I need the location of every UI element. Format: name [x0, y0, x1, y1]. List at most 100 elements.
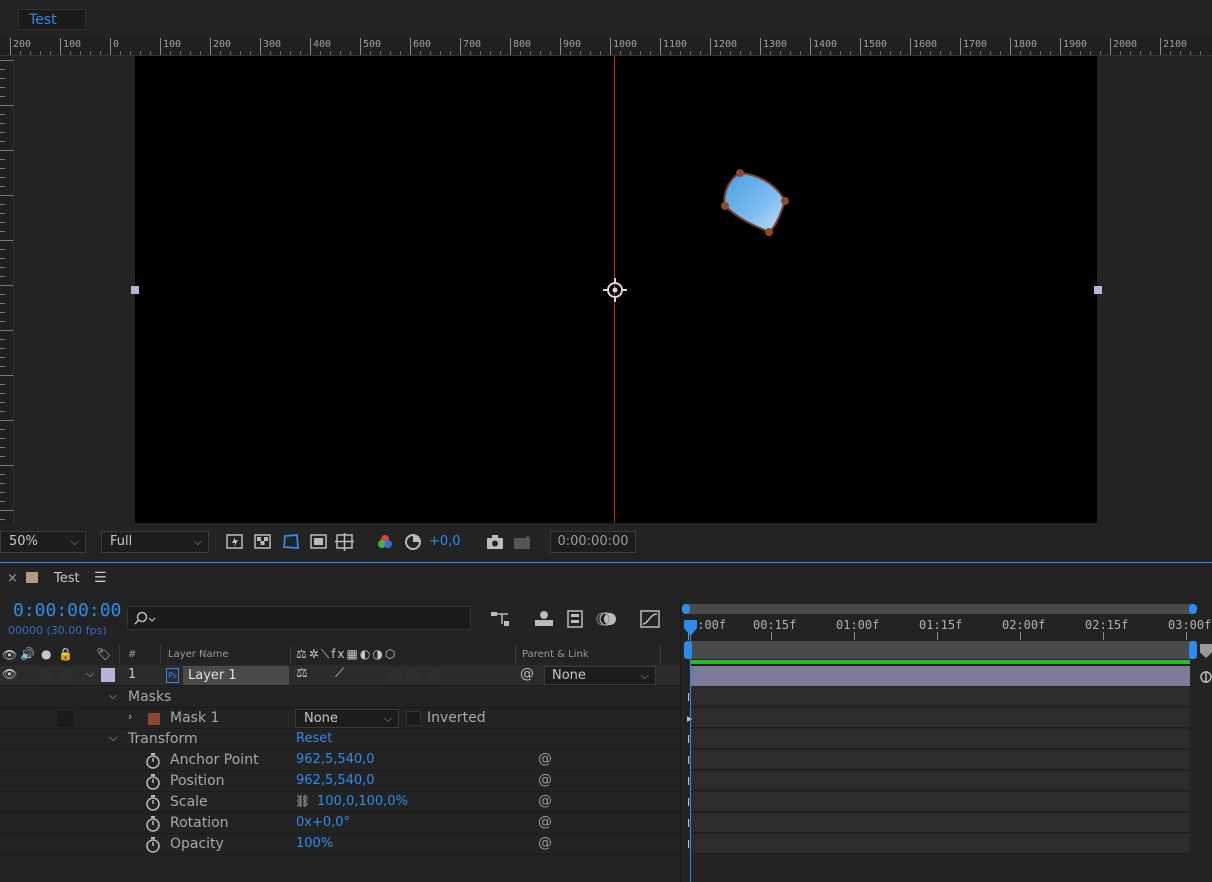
property-row-scale[interactable]: Scale ⛓ 100,0,100,0% @: [0, 792, 680, 813]
solo-icon[interactable]: ●: [41, 647, 51, 661]
mask-name[interactable]: Mask 1: [170, 710, 219, 726]
parent-dropdown[interactable]: None ⌵: [544, 666, 656, 685]
layer-out-point-icon[interactable]: [1198, 667, 1212, 687]
pick-whip-icon[interactable]: @: [538, 814, 552, 830]
property-row-opacity[interactable]: Opacity 100% @: [0, 834, 680, 855]
transparency-grid-icon[interactable]: [253, 532, 273, 552]
exposure-reset-icon[interactable]: [403, 532, 423, 552]
eye-icon[interactable]: 👁: [2, 667, 17, 681]
graph-row: [690, 813, 1190, 833]
stopwatch-icon[interactable]: [145, 753, 161, 769]
stopwatch-icon[interactable]: [145, 837, 161, 853]
property-value[interactable]: 0x+0,0°: [296, 815, 350, 830]
mask-mode-dropdown[interactable]: None ⌵: [295, 709, 399, 728]
column-layer-name[interactable]: Layer Name: [168, 649, 229, 660]
exposure-value[interactable]: +0,0: [429, 534, 461, 549]
layer-duration-bar[interactable]: [690, 666, 1190, 686]
constrain-proportions-icon[interactable]: ⛓: [295, 794, 310, 808]
layer-search-input[interactable]: [127, 606, 471, 630]
layer-name[interactable]: Layer 1: [183, 666, 289, 685]
property-value[interactable]: 962,5,540,0: [296, 752, 375, 767]
work-area-bar[interactable]: [686, 604, 1194, 614]
transform-reset-button[interactable]: Reset: [296, 731, 332, 746]
viewer-timecode[interactable]: 0:00:00:00: [550, 531, 636, 553]
fast-preview-icon[interactable]: [225, 532, 245, 552]
current-time-indicator-line[interactable]: [690, 620, 691, 882]
mask-color-swatch[interactable]: [148, 713, 160, 725]
current-time-display[interactable]: 0:00:00:00: [13, 600, 121, 621]
layer-label-color[interactable]: [101, 668, 115, 682]
masks-group-row[interactable]: ⌵ Masks: [0, 687, 680, 708]
quality-switch[interactable]: ⟋: [335, 666, 344, 681]
inverted-checkbox[interactable]: [406, 711, 421, 726]
composition-tab[interactable]: Test: [18, 9, 86, 30]
timeline-tab-title[interactable]: Test: [54, 571, 80, 586]
motion-blur-icon[interactable]: [596, 608, 620, 630]
graph-editor-icon[interactable]: [638, 608, 662, 630]
composition-canvas[interactable]: [135, 56, 1097, 523]
show-snapshot-icon[interactable]: [512, 532, 532, 552]
pick-whip-icon[interactable]: @: [538, 751, 552, 767]
time-ruler-label: 01:00f: [836, 618, 880, 632]
color-channels-icon[interactable]: [375, 532, 395, 552]
shy-layers-icon[interactable]: [532, 608, 556, 630]
property-row-anchor-point[interactable]: Anchor Point 962,5,540,0 @: [0, 750, 680, 771]
grid-guides-icon[interactable]: [335, 532, 355, 552]
stopwatch-icon[interactable]: [145, 774, 161, 790]
pick-whip-icon[interactable]: @: [538, 793, 552, 809]
frame-blend-switch[interactable]: [407, 668, 421, 682]
close-icon[interactable]: ×: [7, 571, 18, 586]
property-value[interactable]: 962,5,540,0: [296, 773, 375, 788]
mask-path[interactable]: [720, 168, 790, 238]
current-time-indicator[interactable]: [684, 620, 697, 636]
flowchart-icon[interactable]: [488, 608, 512, 630]
effect-switch[interactable]: [388, 668, 402, 682]
stopwatch-icon[interactable]: [145, 795, 161, 811]
chevron-right-icon[interactable]: ›: [128, 710, 132, 723]
stopwatch-icon[interactable]: [145, 816, 161, 832]
pick-whip-icon[interactable]: @: [520, 666, 534, 682]
resolution-dropdown[interactable]: Full ⌵: [101, 531, 209, 553]
camera-icon[interactable]: [485, 532, 505, 552]
transform-group-row[interactable]: ⌵ Transform Reset: [0, 729, 680, 750]
time-ruler-tick: [1103, 632, 1104, 640]
eye-icon[interactable]: 👁: [2, 648, 17, 662]
work-area-end-handle[interactable]: [1189, 604, 1197, 614]
mask-visibility-icon[interactable]: [281, 532, 301, 552]
zoom-dropdown[interactable]: 50% ⌵: [0, 531, 86, 553]
audio-icon[interactable]: 🔊: [20, 647, 35, 661]
property-value[interactable]: 100,0,100,0%: [317, 794, 408, 809]
chevron-down-icon[interactable]: ⌵: [109, 731, 117, 745]
ruler-minor-tick: [1090, 51, 1091, 55]
region-of-interest-icon[interactable]: [309, 532, 329, 552]
frame-blending-icon[interactable]: [563, 608, 587, 630]
anchor-point-icon[interactable]: [603, 278, 627, 302]
label-icon[interactable]: 🏷: [96, 647, 111, 661]
property-value[interactable]: 100%: [296, 836, 333, 851]
navigator-end-handle[interactable]: [1189, 641, 1197, 659]
panel-menu-icon[interactable]: ☰: [94, 570, 107, 586]
motion-blur-switch[interactable]: [426, 668, 440, 682]
mask-lock-switch[interactable]: [57, 711, 73, 727]
property-row-rotation[interactable]: Rotation 0x+0,0° @: [0, 813, 680, 834]
property-row-position[interactable]: Position 962,5,540,0 @: [0, 771, 680, 792]
chevron-down-icon[interactable]: ⌵: [86, 667, 94, 681]
layer-handle-left[interactable]: [131, 286, 139, 294]
ruler-minor-tick: [1020, 51, 1021, 55]
ruler-label: 300: [263, 39, 282, 50]
pick-whip-icon[interactable]: @: [538, 835, 552, 851]
pick-whip-icon[interactable]: @: [538, 772, 552, 788]
layer-index: 1: [128, 667, 137, 682]
solo-switch[interactable]: [40, 668, 54, 682]
layer-handle-right[interactable]: [1094, 286, 1102, 294]
layer-row[interactable]: 👁 ⌵ 1 Ps Layer 1 ⚖ ⟋ @ None ⌵: [0, 665, 680, 686]
work-area-start-handle[interactable]: [682, 604, 690, 614]
composition-navigator-bar[interactable]: [686, 641, 1194, 659]
lock-switch[interactable]: [58, 668, 72, 682]
chevron-down-icon[interactable]: ⌵: [109, 689, 117, 703]
mask-row[interactable]: › Mask 1 None ⌵ Inverted: [0, 708, 680, 729]
ruler-label: 1800: [1013, 39, 1038, 50]
collapse-transform-switch[interactable]: ⚖: [296, 666, 308, 681]
lock-icon[interactable]: 🔒: [58, 647, 73, 661]
column-parent-link[interactable]: Parent & Link: [522, 649, 589, 660]
